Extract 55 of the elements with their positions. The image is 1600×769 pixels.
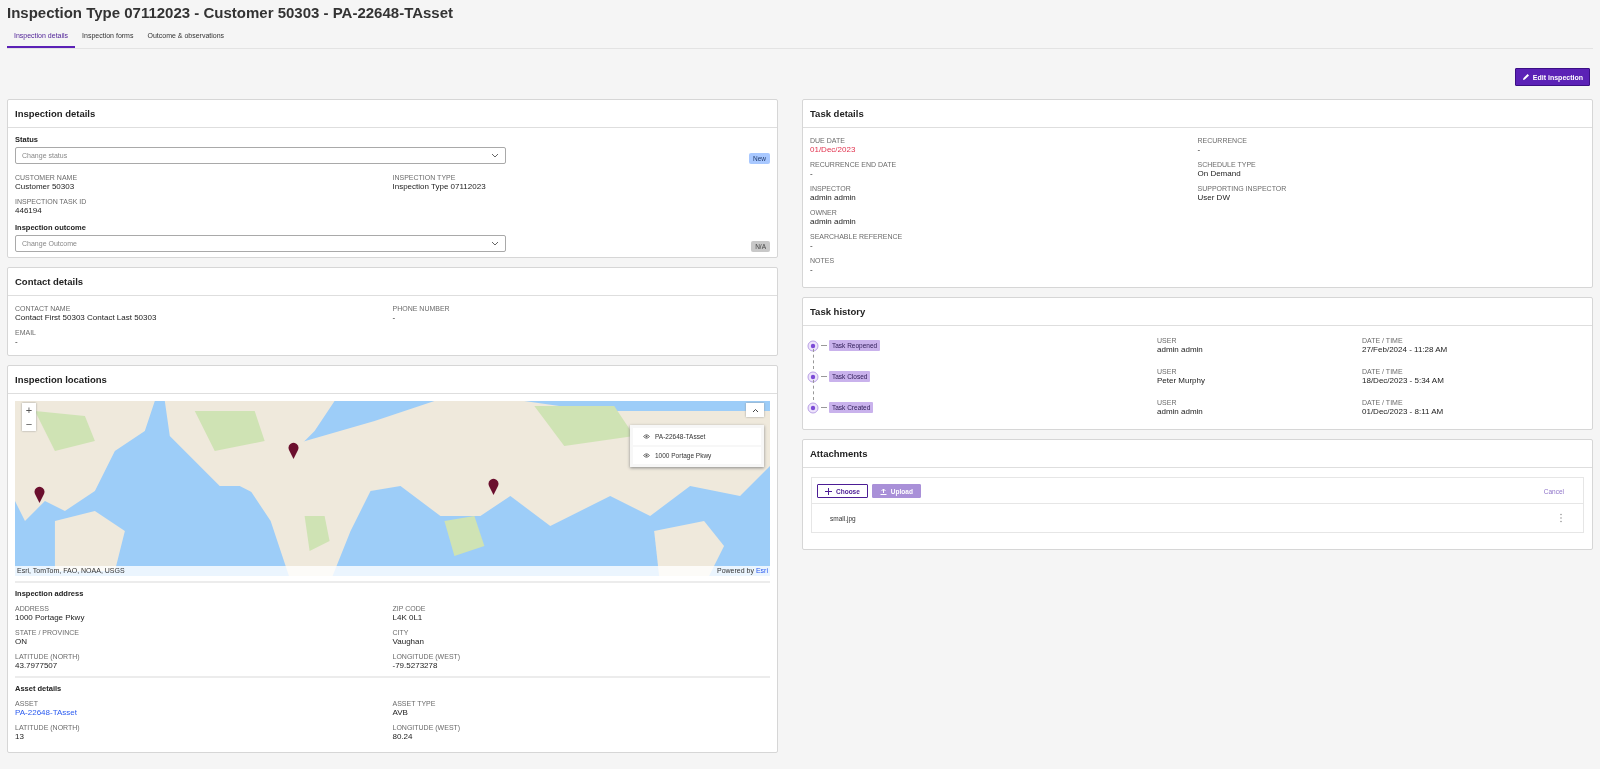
eye-icon bbox=[643, 453, 650, 458]
field-value: admin admin bbox=[1157, 345, 1204, 355]
field-value: 43.7977507 bbox=[15, 661, 59, 671]
card-title: Inspection locations bbox=[15, 374, 107, 385]
timeline-dot-icon bbox=[807, 339, 819, 352]
field-value: 1000 Portage Pkwy bbox=[15, 613, 86, 623]
field-value: - bbox=[810, 241, 814, 251]
field-value: - bbox=[810, 169, 814, 179]
card-title: Inspection details bbox=[15, 108, 96, 119]
map-pin-icon[interactable] bbox=[34, 486, 45, 503]
field-value: Vaughan bbox=[392, 637, 425, 647]
field-value: AVB bbox=[392, 708, 409, 718]
field-value: ON bbox=[15, 637, 28, 647]
zoom-out-button[interactable]: − bbox=[22, 417, 36, 431]
timeline-dot-icon bbox=[807, 401, 819, 414]
upload-icon bbox=[879, 487, 887, 495]
card-title: Task details bbox=[810, 108, 864, 119]
map-pin-icon[interactable] bbox=[288, 442, 299, 459]
eye-icon bbox=[643, 434, 650, 439]
field-value: Inspection Type 07112023 bbox=[392, 182, 487, 192]
field-value: admin admin bbox=[1157, 407, 1204, 417]
timeline-dot-icon bbox=[807, 370, 819, 383]
card-title: Task history bbox=[810, 306, 866, 317]
card-title: Attachments bbox=[810, 448, 868, 459]
field-value: Customer 50303 bbox=[15, 182, 76, 192]
field-value: 27/Feb/2024 - 11:28 AM bbox=[1362, 345, 1449, 355]
kebab-menu-icon bbox=[1559, 513, 1563, 523]
field-value: 18/Dec/2023 - 5:34 AM bbox=[1362, 376, 1445, 386]
field-value: admin admin bbox=[810, 193, 857, 203]
plus-icon bbox=[825, 487, 832, 495]
field-value: User DW bbox=[1197, 193, 1231, 203]
field-value: 80.24 bbox=[392, 732, 414, 742]
page-title: Inspection Type 07112023 - Customer 50303 - PA-22648-TAsset bbox=[7, 3, 455, 22]
field-value: - bbox=[392, 313, 397, 323]
field-value: 01/Dec/2023 - 8:11 AM bbox=[1362, 407, 1445, 417]
card-title: Contact details bbox=[15, 276, 84, 287]
field-value: -79.5273278 bbox=[392, 661, 439, 671]
field-value: Contact First 50303 Contact Last 50303 bbox=[15, 313, 158, 323]
map-pin-icon[interactable] bbox=[488, 478, 499, 495]
field-value: 446194 bbox=[15, 206, 43, 216]
field-value: admin admin bbox=[810, 217, 857, 227]
pencil-icon bbox=[1521, 73, 1530, 81]
field-value: - bbox=[1197, 145, 1202, 155]
asset-link[interactable]: PA-22648-TAsset bbox=[15, 708, 393, 718]
field-value: On Demand bbox=[1197, 169, 1242, 179]
field-value: 01/Dec/2023 bbox=[810, 145, 857, 155]
chevron-down-icon bbox=[491, 241, 499, 246]
field-value: - bbox=[810, 265, 814, 275]
chevron-down-icon bbox=[491, 153, 499, 158]
field-value: - bbox=[15, 337, 19, 347]
field-value: Peter Murphy bbox=[1157, 376, 1207, 386]
field-value: L4K 0L1 bbox=[392, 613, 424, 623]
zoom-in-button[interactable]: + bbox=[22, 403, 36, 417]
field-value: 13 bbox=[15, 732, 25, 742]
chevron-up-icon bbox=[751, 407, 759, 413]
